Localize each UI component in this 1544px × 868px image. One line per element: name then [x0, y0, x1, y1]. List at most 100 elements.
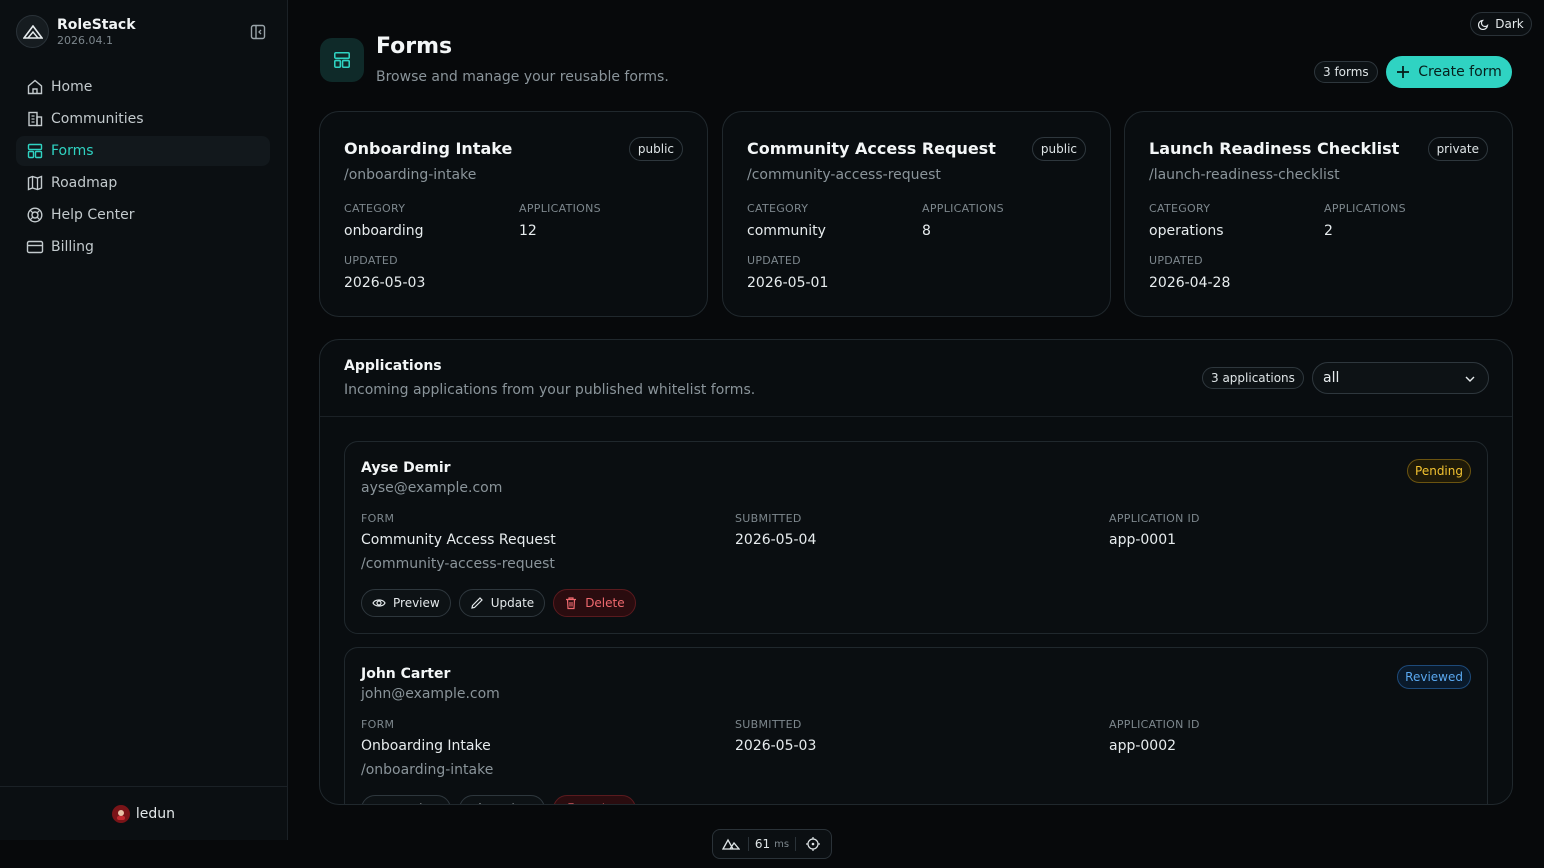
- applicant-name: John Carter: [361, 666, 451, 682]
- form-slug: /onboarding-intake: [344, 167, 477, 183]
- sidebar-item-home[interactable]: Home: [16, 72, 270, 102]
- form-name: Onboarding Intake: [361, 738, 491, 754]
- pencil-icon: [478, 803, 481, 804]
- form-card[interactable]: Launch Readiness Checklist private /laun…: [1124, 111, 1513, 317]
- applicant-name: Ayse Demir: [361, 460, 451, 476]
- user-menu[interactable]: ledun: [0, 786, 287, 840]
- sidebar: RoleStack 2026.04.1 Home Communities For…: [0, 0, 288, 840]
- update-button[interactable]: Update: [458, 589, 546, 617]
- visibility-badge: public: [1031, 137, 1086, 161]
- nuxt-logo-icon: [713, 830, 748, 858]
- brand[interactable]: RoleStack 2026.04.1: [16, 15, 136, 48]
- forms-page-icon: [320, 38, 364, 82]
- sidebar-item-label: Communities: [51, 111, 144, 127]
- applications-label: APPLICATIONS: [1324, 202, 1406, 215]
- sidebar-item-help-center[interactable]: Help Center: [16, 200, 270, 230]
- submitted-value: 2026-05-03: [735, 738, 817, 754]
- category-label: CATEGORY: [1149, 202, 1211, 215]
- sidebar-collapse-icon[interactable]: [250, 24, 268, 40]
- applications-label: APPLICATIONS: [519, 202, 601, 215]
- application-id-label: APPLICATION ID: [1109, 512, 1200, 525]
- form-slug: /community-access-request: [361, 556, 555, 572]
- chevron-down-icon: [1465, 376, 1475, 382]
- update-label: Update: [490, 596, 535, 610]
- category-value: operations: [1149, 223, 1224, 239]
- perf-unit: ms: [774, 838, 790, 850]
- sidebar-item-communities[interactable]: Communities: [16, 104, 270, 134]
- applications-subtitle: Incoming applications from your publishe…: [344, 382, 756, 398]
- avatar: [111, 804, 130, 823]
- preview-button[interactable]: Preview: [361, 589, 451, 617]
- applications-value: 8: [922, 223, 931, 239]
- plus-icon: [1397, 66, 1410, 78]
- form-card[interactable]: Onboarding Intake public /onboarding-int…: [319, 111, 708, 317]
- sidebar-item-label: Home: [51, 79, 93, 95]
- status-filter-value: all: [1323, 370, 1340, 386]
- submitted-value: 2026-05-04: [735, 532, 817, 548]
- form-name: Community Access Request: [361, 532, 556, 548]
- page-title: Forms: [376, 34, 453, 59]
- eye-icon: [372, 599, 386, 607]
- category-label: CATEGORY: [747, 202, 809, 215]
- visibility-badge: public: [628, 137, 683, 161]
- delete-button[interactable]: Delete: [553, 795, 636, 804]
- application-id-value: app-0001: [1109, 532, 1177, 548]
- update-button[interactable]: Update: [458, 795, 546, 804]
- create-form-label: Create form: [1418, 64, 1502, 80]
- updated-value: 2026-05-03: [344, 275, 426, 291]
- applications-label: APPLICATIONS: [922, 202, 1004, 215]
- trash-icon: [568, 803, 574, 804]
- application-card: John Carter john@example.com Reviewed FO…: [344, 647, 1488, 804]
- applicant-email: ayse@example.com: [361, 480, 503, 496]
- form-slug: /onboarding-intake: [361, 762, 494, 778]
- preview-label: Preview: [393, 802, 440, 804]
- page-subtitle: Browse and manage your reusable forms.: [376, 69, 669, 85]
- category-value: onboarding: [344, 223, 424, 239]
- form-title: Onboarding Intake: [344, 139, 513, 158]
- sidebar-nav: Home Communities Forms Roadmap Help Cent…: [16, 72, 270, 264]
- status-filter-select[interactable]: all: [1312, 362, 1489, 394]
- updated-value: 2026-04-28: [1149, 275, 1231, 291]
- form-label: FORM: [361, 718, 395, 731]
- updated-label: UPDATED: [747, 254, 801, 267]
- visibility-badge: private: [1427, 137, 1488, 161]
- crosshair-icon[interactable]: [796, 830, 831, 858]
- trash-icon: [566, 597, 577, 610]
- sidebar-item-label: Forms: [51, 143, 94, 159]
- status-badge: Reviewed: [1397, 665, 1471, 689]
- application-card: Ayse Demir ayse@example.com Pending FORM…: [344, 441, 1488, 634]
- form-card[interactable]: Community Access Request public /communi…: [722, 111, 1111, 317]
- delete-label: Delete: [585, 596, 625, 610]
- updated-label: UPDATED: [344, 254, 398, 267]
- submitted-label: SUBMITTED: [735, 718, 802, 731]
- sidebar-item-label: Billing: [51, 239, 94, 255]
- update-label: Update: [491, 802, 534, 804]
- pencil-icon: [470, 597, 483, 609]
- theme-label: Dark: [1495, 17, 1524, 31]
- preview-button[interactable]: Preview: [361, 795, 451, 804]
- applications-count-badge: 3 applications: [1202, 367, 1304, 389]
- updated-value: 2026-05-01: [747, 275, 829, 291]
- delete-button[interactable]: Delete: [553, 589, 636, 617]
- applications-value: 12: [519, 223, 537, 239]
- perf-value: 61: [754, 837, 771, 851]
- building-icon: [28, 111, 43, 127]
- applications-panel: Applications Incoming applications from …: [319, 339, 1513, 805]
- status-badge: Pending: [1407, 459, 1471, 483]
- map-icon: [27, 175, 43, 191]
- applications-header: Applications Incoming applications from …: [320, 340, 1512, 417]
- user-name: ledun: [135, 805, 176, 822]
- applications-value: 2: [1324, 223, 1333, 239]
- lifebuoy-icon: [27, 207, 43, 223]
- moon-icon: [1478, 19, 1489, 30]
- sidebar-item-forms[interactable]: Forms: [16, 136, 270, 166]
- sidebar-item-billing[interactable]: Billing: [16, 232, 270, 262]
- home-icon: [27, 79, 43, 95]
- theme-toggle[interactable]: Dark: [1470, 12, 1532, 36]
- create-form-button[interactable]: Create form: [1386, 56, 1512, 88]
- sidebar-item-label: Help Center: [51, 207, 135, 223]
- applicant-email: john@example.com: [361, 686, 500, 702]
- perf-indicator[interactable]: 61 ms: [712, 829, 832, 859]
- sidebar-item-roadmap[interactable]: Roadmap: [16, 168, 270, 198]
- form-label: FORM: [361, 512, 395, 525]
